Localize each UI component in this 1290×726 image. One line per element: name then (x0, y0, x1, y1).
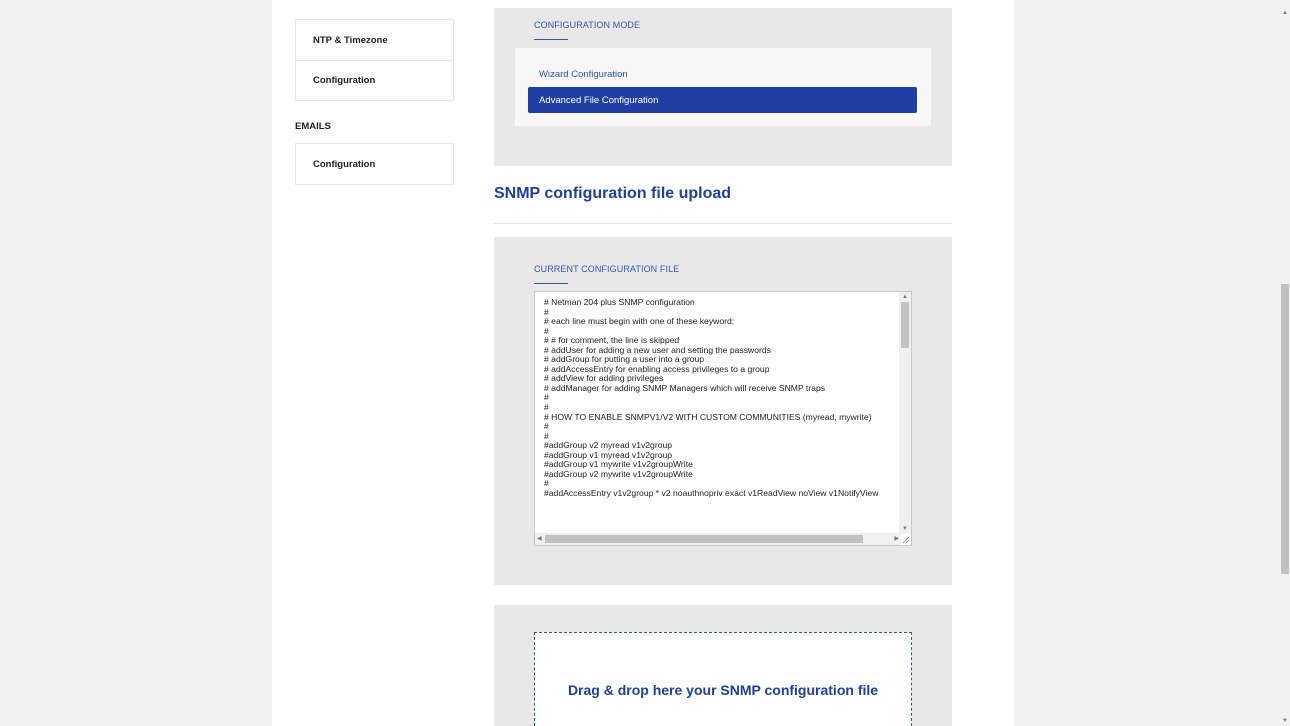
scroll-left-icon[interactable]: ◀ (537, 536, 542, 542)
current-config-label: CURRENT CONFIGURATION FILE (534, 264, 680, 274)
config-mode-underline (534, 39, 568, 40)
snmp-upload-title: SNMP configuration file upload (494, 185, 732, 202)
sidebar-item-ntp-timezone[interactable]: NTP & Timezone (296, 20, 453, 60)
advanced-file-configuration-option[interactable]: Advanced File Configuration (528, 87, 917, 113)
drop-zone-text: Drag & drop here your SNMP configuration… (567, 682, 879, 698)
config-file-textarea[interactable]: # Netman 204 plus SNMP configuration # #… (534, 291, 912, 546)
sidebar-item-emails-configuration[interactable]: Configuration (296, 144, 453, 184)
scroll-up-icon[interactable]: ▲ (902, 294, 908, 300)
textarea-horizontal-scrollbar[interactable]: ◀ ▶ (535, 533, 901, 545)
file-drop-zone[interactable]: Drag & drop here your SNMP configuration… (534, 632, 912, 726)
divider (494, 223, 952, 224)
resize-handle-icon[interactable] (901, 535, 910, 544)
config-mode-label: CONFIGURATION MODE (534, 20, 641, 30)
page-scrollbar[interactable]: ▲ ▼ (1280, 0, 1290, 726)
page-scroll-down-icon[interactable]: ▼ (1282, 718, 1288, 724)
current-config-underline (534, 283, 568, 284)
wizard-configuration-option[interactable]: Wizard Configuration (528, 61, 917, 87)
textarea-horizontal-thumb[interactable] (545, 535, 863, 543)
textarea-vertical-thumb[interactable] (901, 302, 909, 348)
sidebar-card-emails: Configuration (295, 143, 454, 185)
page-scroll-up-icon[interactable]: ▲ (1282, 10, 1288, 16)
scroll-right-icon[interactable]: ▶ (894, 536, 899, 542)
config-file-text: # Netman 204 plus SNMP configuration # #… (544, 298, 879, 498)
sidebar-item-configuration[interactable]: Configuration (296, 60, 453, 100)
sidebar-section-emails: EMAILS (295, 121, 331, 132)
sidebar-card-general: NTP & Timezone Configuration (295, 19, 454, 101)
page-scrollbar-thumb[interactable] (1281, 284, 1289, 574)
textarea-vertical-scrollbar[interactable]: ▲ ▼ (899, 292, 911, 534)
scroll-down-icon[interactable]: ▼ (902, 526, 908, 532)
